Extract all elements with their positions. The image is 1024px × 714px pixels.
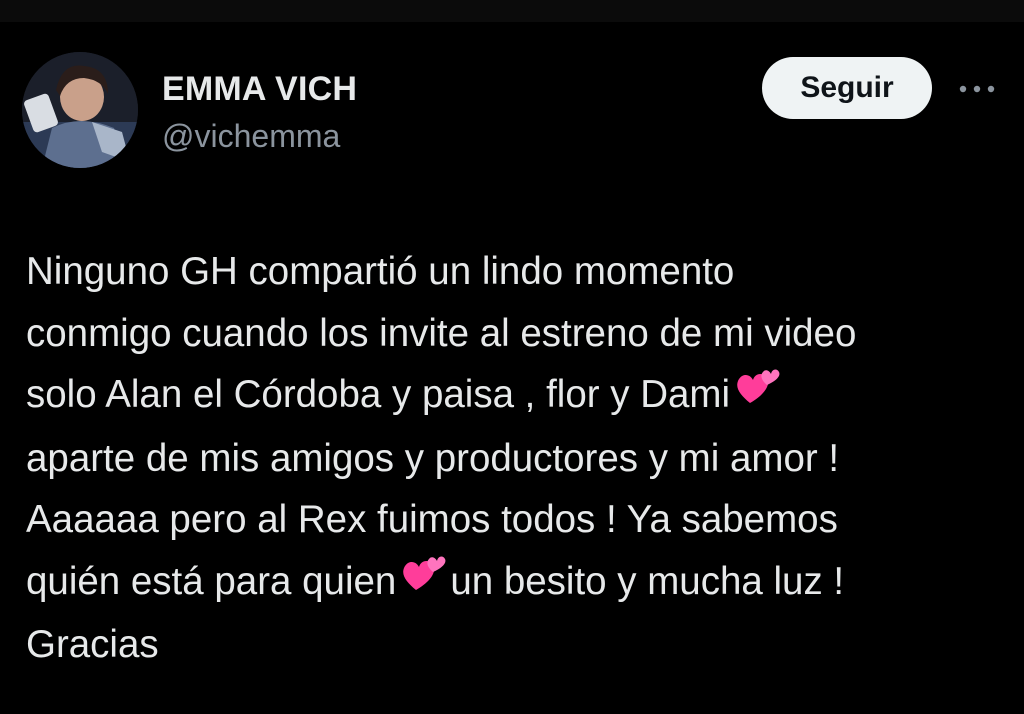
author-display-name[interactable]: EMMA VICH	[162, 70, 357, 109]
tweet-text-segment: solo Alan el Córdoba y paisa , flor y Da…	[26, 373, 731, 416]
tweet-card: EMMA VICH @vichemma Seguir Ninguno GH co…	[0, 22, 1024, 714]
tweet-text-segment: quién está para quien	[26, 559, 397, 603]
follow-button[interactable]: Seguir	[762, 57, 932, 119]
top-strip	[0, 0, 1024, 22]
tweet-line: Aaaaaa pero al Rex fuimos todos ! Ya sab…	[26, 498, 838, 542]
tweet-line: quién está para quien un besito y mucha l…	[26, 551, 1001, 615]
two-hearts-icon	[736, 362, 780, 424]
tweet-text-segment: un besito y mucha luz !	[450, 559, 845, 603]
tweet-line: Ninguno GH compartió un lindo momento	[26, 250, 735, 293]
tweet-text: Ninguno GH compartió un lindo momento co…	[26, 241, 1001, 676]
more-options-icon[interactable]	[955, 74, 999, 104]
tweet-line: solo Alan el Córdoba y paisa , flor y Da…	[26, 364, 1001, 428]
avatar-image	[22, 52, 138, 168]
tweet-line: Gracias	[26, 623, 159, 667]
two-hearts-icon	[402, 549, 446, 611]
author-handle[interactable]: @vichemma	[162, 118, 340, 155]
tweet-line: conmigo cuando los invite al estreno de …	[26, 311, 857, 355]
author-avatar[interactable]	[22, 52, 138, 168]
more-dots-icon	[959, 85, 995, 93]
tweet-line: aparte de mis amigos y productores y mi …	[26, 436, 840, 480]
